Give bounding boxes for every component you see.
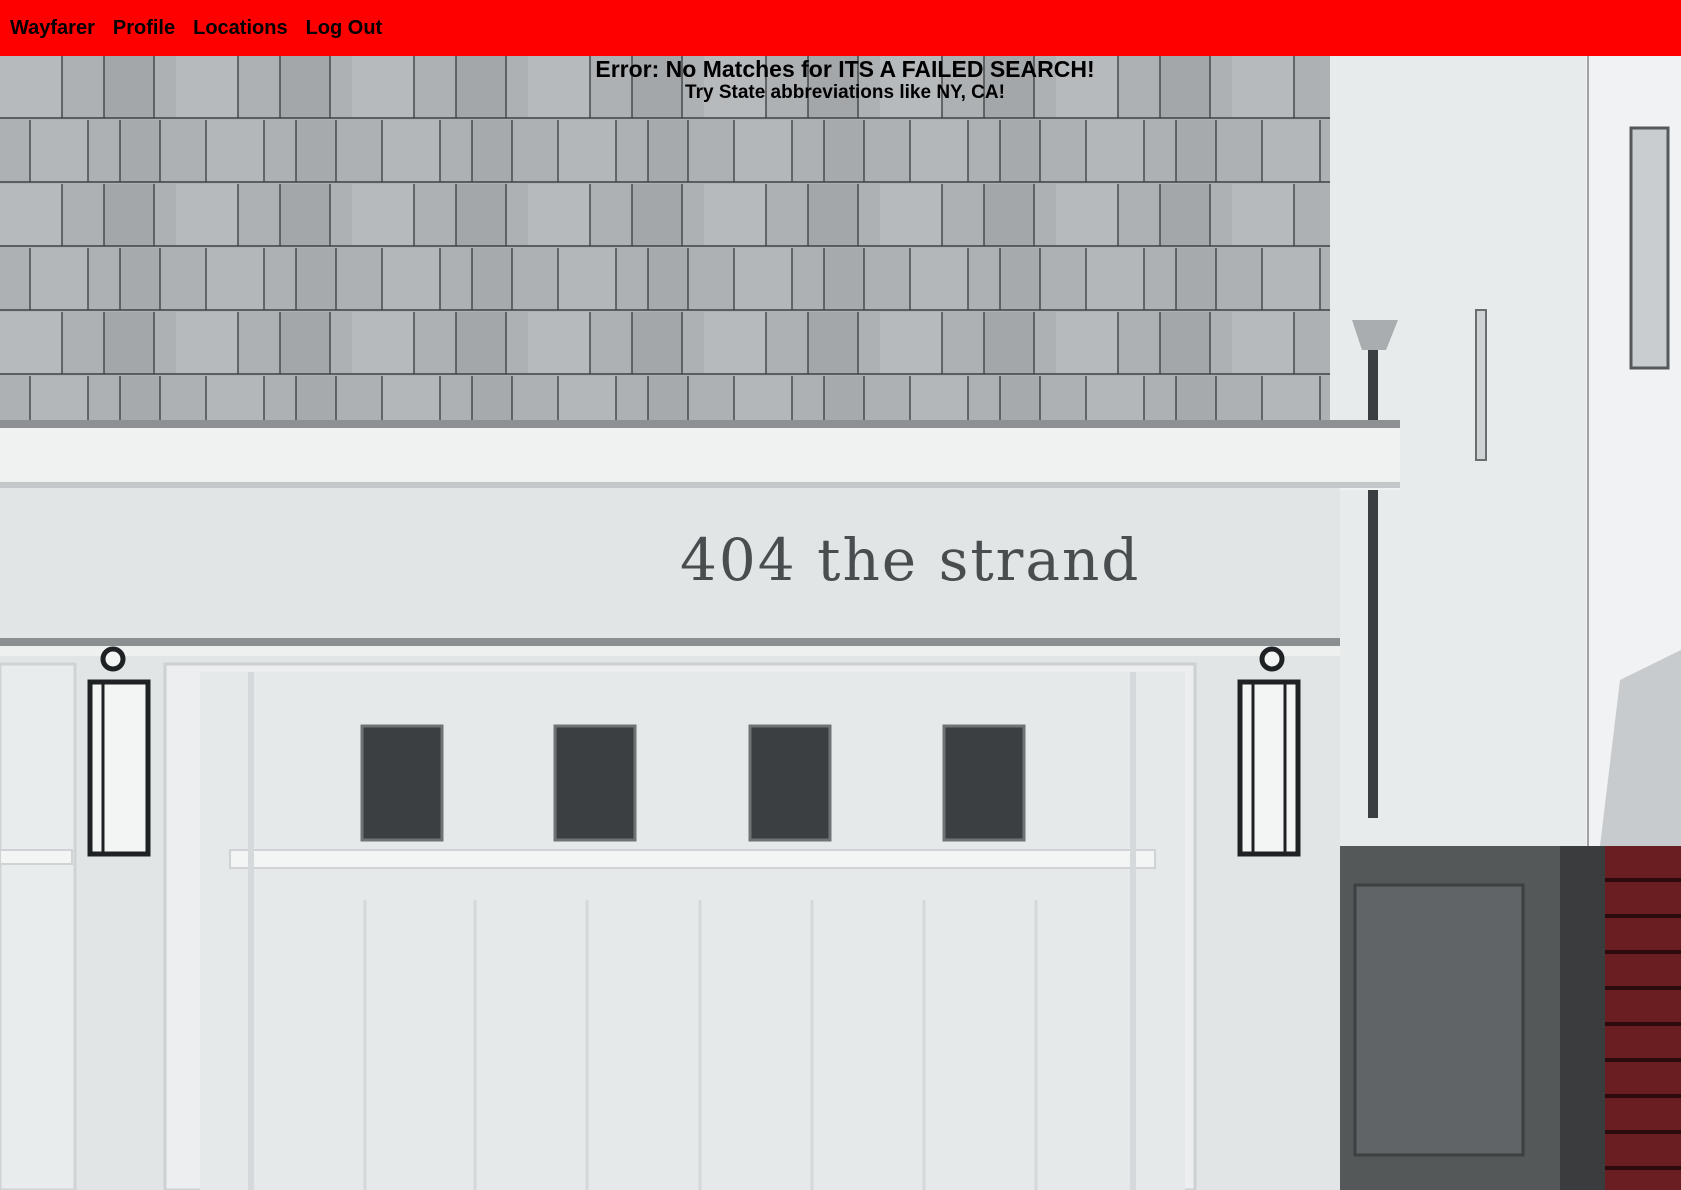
background-photo [0,56,1681,1190]
nav-profile-link[interactable]: Profile [113,17,175,40]
error-message: Error: No Matches for ITS A FAILED SEARC… [595,56,1095,82]
navbar: Wayfarer Profile Locations Log Out [0,0,1681,56]
nav-locations-link[interactable]: Locations [193,17,287,40]
nav-logout-link[interactable]: Log Out [306,17,383,40]
address-sign: 404 the strand [680,526,1141,594]
nav-brand-link[interactable]: Wayfarer [10,17,95,40]
error-hint: Try State abbreviations like NY, CA! [685,82,1005,103]
garage-illustration [0,56,1681,1190]
